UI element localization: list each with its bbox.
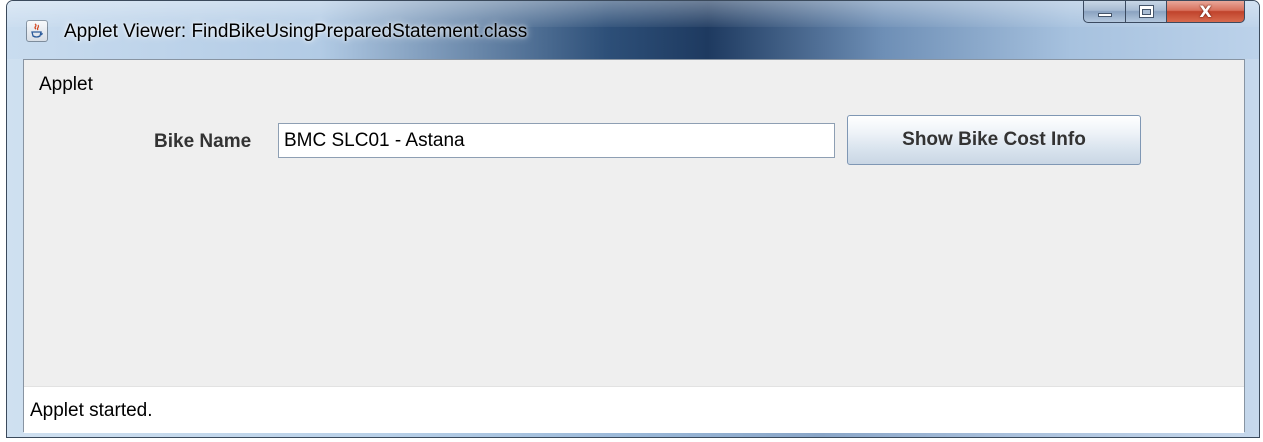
menu-bar: Applet xyxy=(24,60,1244,96)
title-bar[interactable]: Applet Viewer: FindBikeUsingPreparedStat… xyxy=(7,1,1259,59)
status-text: Applet started. xyxy=(30,400,153,421)
close-button[interactable]: X xyxy=(1166,1,1245,23)
java-icon[interactable] xyxy=(26,20,48,42)
minimize-icon xyxy=(1098,13,1112,17)
status-bar: Applet started. xyxy=(24,386,1244,433)
window-title: Applet Viewer: FindBikeUsingPreparedStat… xyxy=(64,21,528,42)
bike-name-label: Bike Name xyxy=(154,131,252,152)
close-icon: X xyxy=(1199,2,1212,21)
maximize-icon xyxy=(1139,5,1154,18)
applet-viewer-window: Applet Viewer: FindBikeUsingPreparedStat… xyxy=(6,0,1260,438)
minimize-button[interactable] xyxy=(1083,1,1126,23)
menu-applet[interactable]: Applet xyxy=(39,74,93,96)
maximize-button[interactable] xyxy=(1125,1,1167,23)
show-bike-cost-info-button[interactable]: Show Bike Cost Info xyxy=(847,115,1141,165)
applet-client-area: Applet Bike Name Show Bike Cost Info App… xyxy=(23,59,1245,433)
bike-name-input[interactable] xyxy=(278,123,835,158)
